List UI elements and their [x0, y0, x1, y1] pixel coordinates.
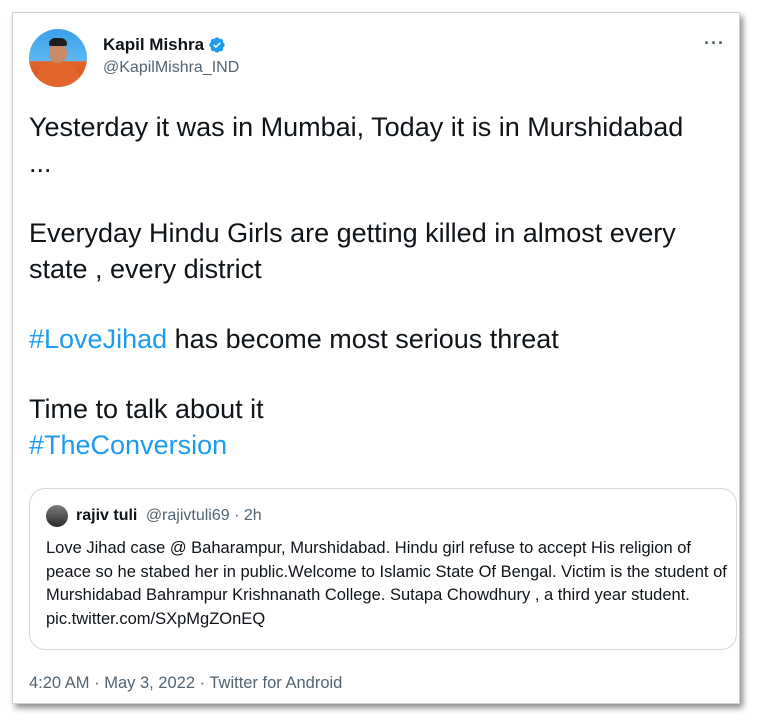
more-options-icon[interactable]: ···	[704, 33, 725, 54]
tweet-paragraph: Everyday Hindu Girls are getting killed …	[29, 218, 676, 284]
hashtag-link[interactable]: #LoveJihad	[29, 324, 167, 354]
author-display-name[interactable]: Kapil Mishra	[103, 35, 204, 55]
tweet-paragraph: Yesterday it was in Mumbai, Today it is …	[29, 112, 684, 178]
quoted-author-name: rajiv tuli	[76, 507, 138, 524]
tweet-text: Yesterday it was in Mumbai, Today it is …	[29, 109, 729, 463]
quoted-tweet[interactable]: rajiv tuli @rajivtuli69 · 2h Love Jihad …	[29, 488, 737, 650]
tweet-text-fragment: has become most serious threat	[167, 324, 559, 354]
quoted-tweet-body: Love Jihad case @ Baharampur, Murshidaba…	[46, 539, 727, 628]
quoted-tweet-header: rajiv tuli @rajivtuli69 · 2h	[76, 507, 262, 525]
hashtag-link[interactable]: #TheConversion	[29, 430, 227, 460]
tweet-timestamp[interactable]: 4:20 AM · May 3, 2022 · Twitter for Andr…	[29, 674, 342, 693]
quoted-author-avatar	[46, 505, 68, 527]
author-handle[interactable]: @KapilMishra_IND	[103, 59, 239, 77]
tweet-paragraph: #LoveJihad has become most serious threa…	[29, 321, 729, 357]
tweet-card: Kapil Mishra @KapilMishra_IND ··· Yester…	[12, 12, 740, 704]
verified-badge-icon	[209, 37, 225, 53]
author-name-row[interactable]: Kapil Mishra	[103, 35, 226, 55]
tweet-paragraph: Time to talk about it	[29, 394, 264, 424]
quoted-author-handle-time: @rajivtuli69 · 2h	[145, 507, 262, 524]
author-avatar[interactable]	[29, 29, 87, 87]
